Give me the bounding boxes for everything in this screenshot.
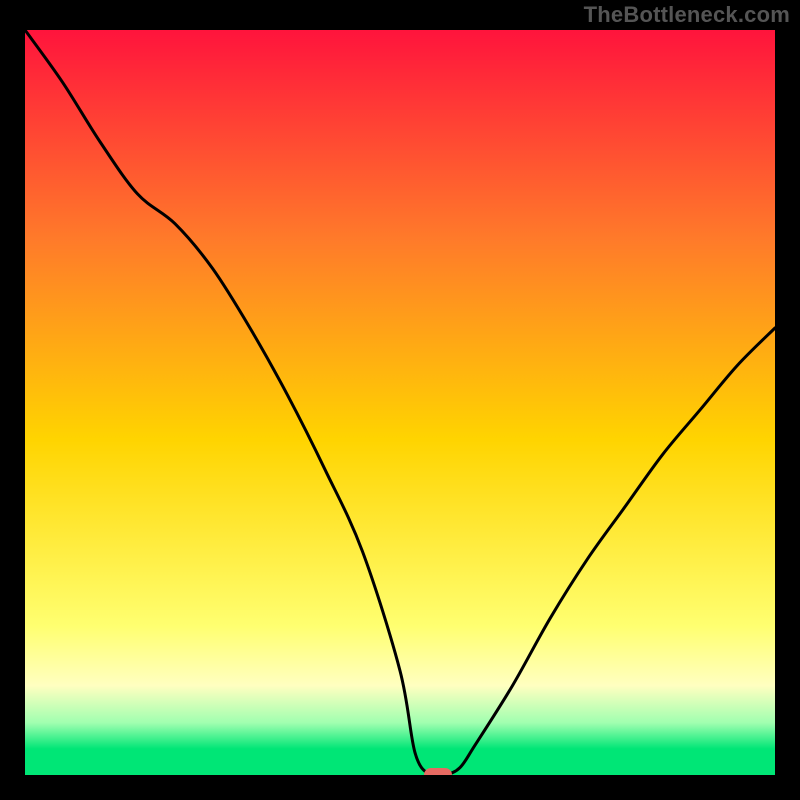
optimal-marker xyxy=(424,768,452,775)
bottleneck-plot xyxy=(25,30,775,775)
gradient-background xyxy=(25,30,775,775)
chart-frame: TheBottleneck.com xyxy=(0,0,800,800)
plot-svg xyxy=(25,30,775,775)
attribution-text: TheBottleneck.com xyxy=(584,2,790,28)
